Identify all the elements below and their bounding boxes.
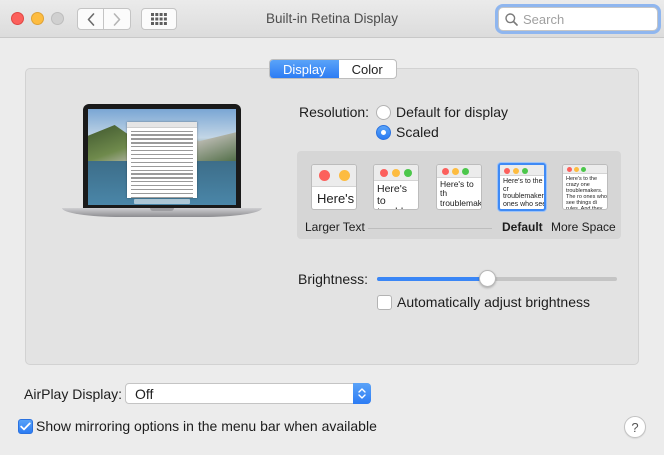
brightness-label: Brightness: [298,271,369,287]
scale-divider [368,228,492,229]
chevron-right-icon [113,12,121,26]
radio-scaled[interactable] [376,125,391,140]
caption-more-space: More Space [551,220,616,234]
tab-display[interactable]: Display [270,60,339,78]
scale-option-3[interactable]: Here's to th troublemake ones who se [436,164,482,210]
airplay-label: AirPlay Display: [24,386,123,402]
scale-option-2[interactable]: Here's to troublem [373,164,419,210]
show-all-button[interactable] [141,8,177,30]
minimize-button[interactable] [31,12,44,25]
scale-option-more-space[interactable]: Here's to the crazy one troublemakers. T… [562,164,608,210]
auto-brightness-label[interactable]: Automatically adjust brightness [397,294,590,310]
radio-default-for-display[interactable] [376,105,391,120]
tab-color[interactable]: Color [339,60,396,78]
search-field[interactable] [498,7,658,31]
back-button[interactable] [77,8,104,30]
tab-bar: Display Color [269,59,397,79]
dock-icon [134,199,190,204]
brightness-slider[interactable] [377,270,617,287]
radio-default-for-display-label[interactable]: Default for display [396,104,508,120]
scale-option-default[interactable]: Here's to the cr troublemakers. ones who… [498,163,546,211]
mirroring-checkbox[interactable] [18,419,33,434]
mirroring-label[interactable]: Show mirroring options in the menu bar w… [36,418,377,434]
chevron-left-icon [87,12,94,26]
search-input[interactable] [523,11,653,27]
help-button[interactable]: ? [624,416,646,438]
airplay-display-value: Off [135,386,154,402]
brightness-slider-knob[interactable] [478,270,496,287]
caption-default: Default [502,220,543,234]
forward-button[interactable] [104,8,131,30]
zoom-button[interactable] [51,12,64,25]
checkmark-icon [20,422,31,431]
auto-brightness-checkbox[interactable] [377,295,392,310]
brightness-slider-fill [377,277,488,281]
title-bar: Built-in Retina Display [0,0,664,38]
laptop-lid [83,104,241,208]
airplay-display-popup[interactable]: Off [125,383,371,404]
updown-chevron-icon [353,383,371,404]
radio-scaled-label[interactable]: Scaled [396,124,439,140]
search-icon [505,12,518,26]
laptop-screen [88,109,236,205]
close-button[interactable] [11,12,24,25]
window-title: Built-in Retina Display [265,11,399,26]
scale-option-larger-text[interactable]: Here's [311,164,357,210]
grid-icon [151,13,167,25]
laptop-illustration [62,104,262,222]
caption-larger-text: Larger Text [305,220,365,234]
document-window-icon [127,122,197,199]
resolution-label: Resolution: [299,104,370,120]
